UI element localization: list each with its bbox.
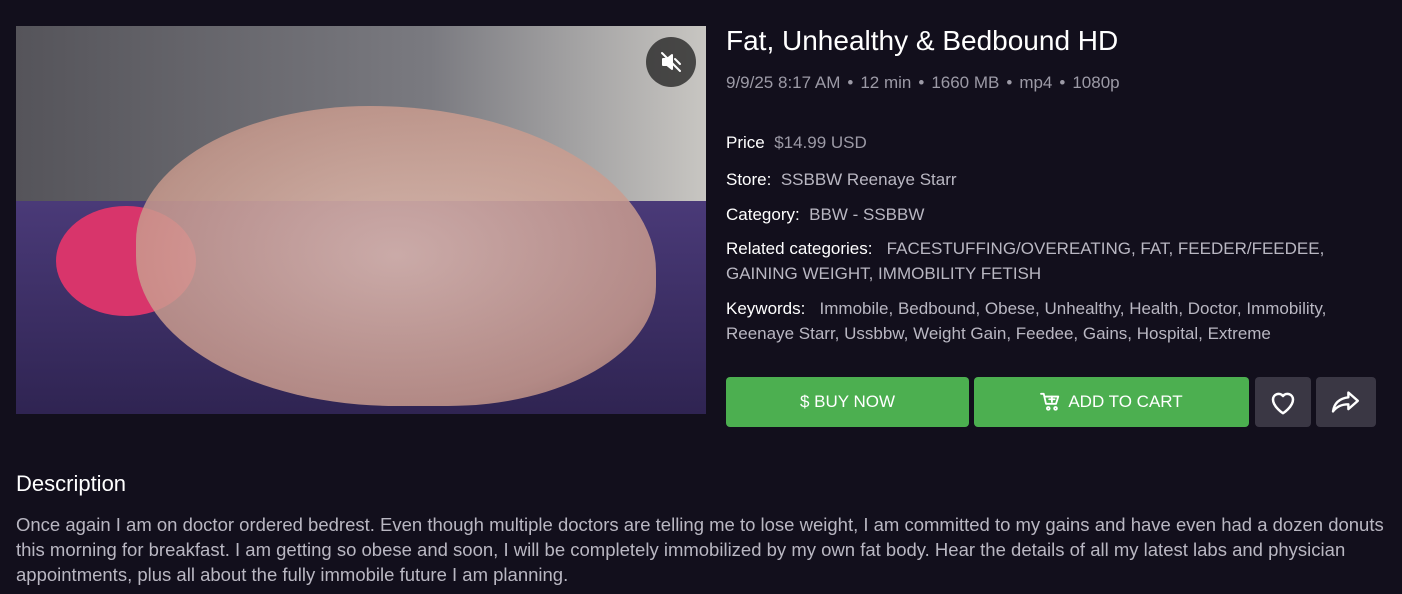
meta-format: mp4 [1019,73,1053,92]
buy-now-button[interactable]: $ BUY NOW [726,377,969,427]
favorite-button[interactable] [1255,377,1311,427]
add-to-cart-button[interactable]: ADD TO CART [974,377,1249,427]
mute-button[interactable] [646,37,696,87]
share-button[interactable] [1316,377,1376,427]
keywords-row: Keywords: Immobile, Bedbound, Obese, Unh… [726,296,1386,346]
meta-separator: • [918,73,925,92]
store-link[interactable]: SSBBW Reenaye Starr [781,170,957,189]
meta-size: 1660 MB [931,73,1000,92]
keywords-label: Keywords: [726,299,806,318]
category-row: Category: BBW - SSBBW [726,202,1386,227]
product-title: Fat, Unhealthy & Bedbound HD [726,25,1119,56]
heart-icon [1271,392,1295,415]
add-to-cart-label: ADD TO CART [1068,392,1183,411]
meta-separator: • [1059,73,1066,92]
meta-separator: • [847,73,854,92]
price-label: Price [726,133,765,152]
price-row: Price $14.99 USD [726,130,1386,155]
muted-speaker-icon [661,52,681,72]
keywords-list[interactable]: Immobile, Bedbound, Obese, Unhealthy, He… [726,299,1326,343]
meta-duration: 12 min [860,73,912,92]
category-link[interactable]: BBW - SSBBW [809,205,924,224]
price-value: $14.99 USD [774,133,867,152]
related-categories-row: Related categories: FACESTUFFING/OVEREAT… [726,236,1386,286]
meta-separator: • [1006,73,1013,92]
related-categories-label: Related categories: [726,239,873,258]
category-label: Category: [726,205,800,224]
product-meta: 9/9/25 8:17 AM • 12 min • 1660 MB • mp4 • 1080p [726,73,1120,93]
description-heading: Description [16,471,127,496]
store-row: Store: SSBBW Reenaye Starr [726,167,1386,192]
video-preview[interactable] [16,26,706,414]
meta-date: 9/9/25 8:17 AM [726,73,841,92]
cart-icon [1040,392,1060,411]
meta-resolution: 1080p [1072,73,1120,92]
store-label: Store: [726,170,772,189]
description-text: Once again I am on doctor ordered bedres… [16,514,1384,585]
share-icon [1331,391,1360,413]
